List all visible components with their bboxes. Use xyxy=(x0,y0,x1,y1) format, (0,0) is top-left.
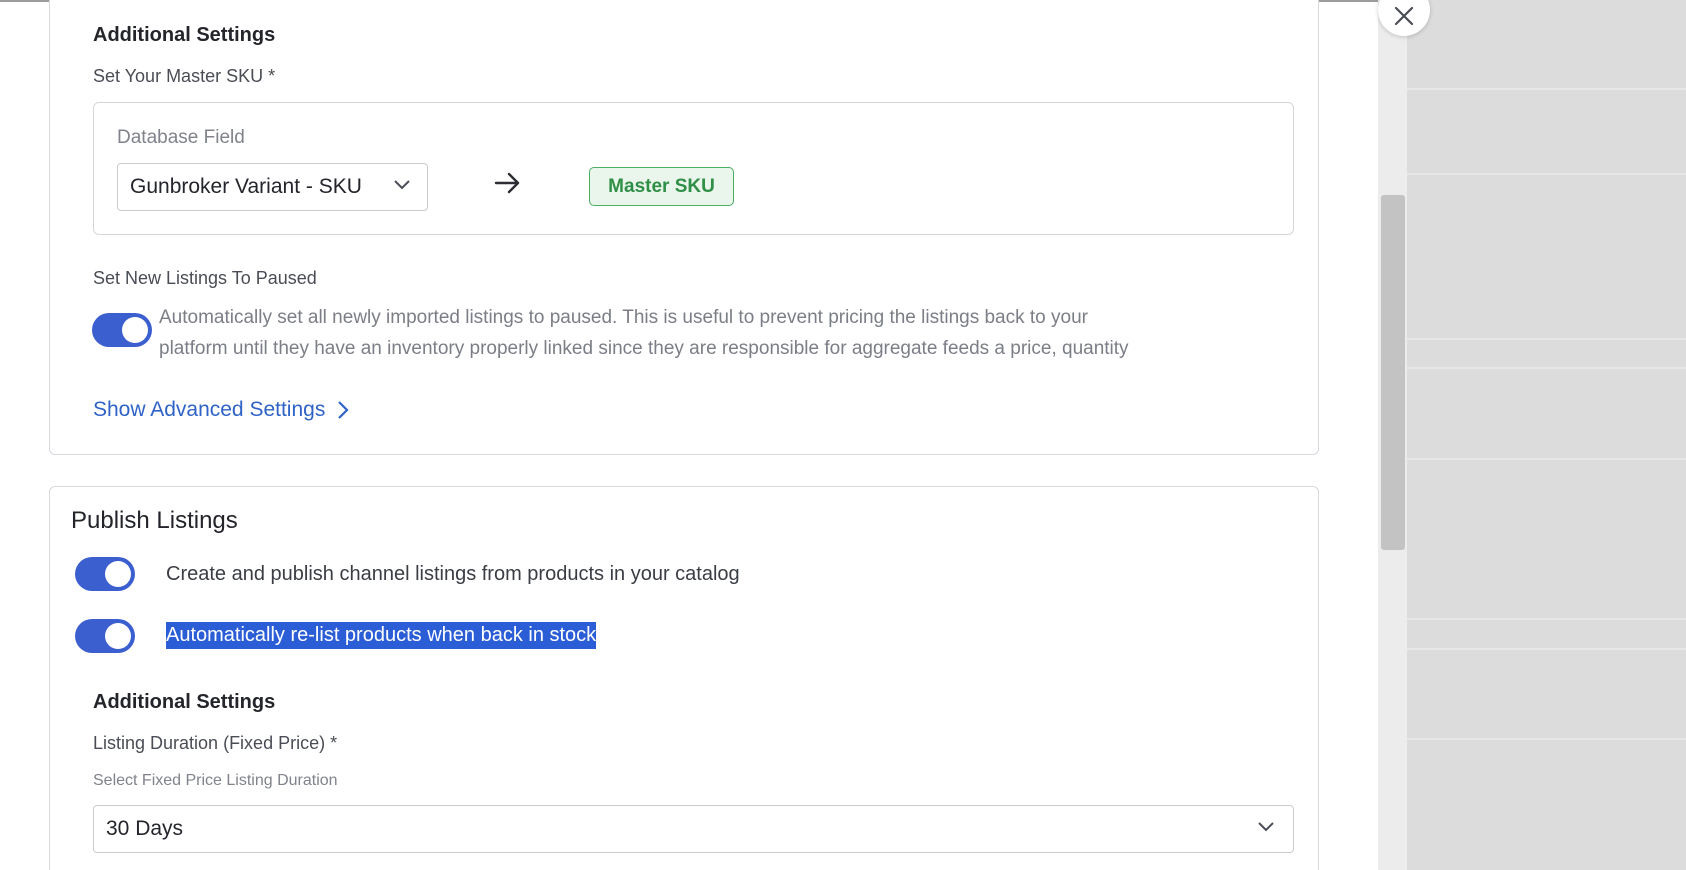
database-field-value: Gunbroker Variant - SKU xyxy=(130,175,362,198)
publish-listings-title: Publish Listings xyxy=(71,507,238,534)
listing-duration-hint: Select Fixed Price Listing Duration xyxy=(93,772,338,789)
chevron-down-icon xyxy=(1257,820,1275,838)
additional-settings-heading: Additional Settings xyxy=(93,24,276,46)
relist-toggle[interactable] xyxy=(75,619,135,653)
show-advanced-settings-label: Show Advanced Settings xyxy=(93,398,326,421)
paused-description-line2: platform until they have an inventory pr… xyxy=(159,338,1129,359)
modal-backdrop[interactable] xyxy=(1407,0,1686,870)
master-sku-badge: Master SKU xyxy=(589,167,734,206)
show-advanced-settings-link[interactable]: Show Advanced Settings xyxy=(93,398,349,422)
paused-label: Set New Listings To Paused xyxy=(93,268,317,288)
listing-duration-select[interactable]: 30 Days xyxy=(93,805,1294,853)
listing-duration-label: Listing Duration (Fixed Price) * xyxy=(93,733,338,753)
paused-toggle[interactable] xyxy=(92,313,152,347)
publish-additional-settings-heading: Additional Settings xyxy=(93,691,276,713)
master-sku-label: Set Your Master SKU * xyxy=(93,66,276,86)
database-field-select[interactable]: Gunbroker Variant - SKU xyxy=(117,163,428,211)
arrow-right-icon xyxy=(494,171,522,200)
chevron-down-icon xyxy=(393,178,411,196)
scrollbar-thumb[interactable] xyxy=(1381,195,1405,550)
create-listings-label: Create and publish channel listings from… xyxy=(166,563,740,585)
close-icon xyxy=(1393,5,1415,32)
create-listings-toggle[interactable] xyxy=(75,557,135,591)
paused-description-line1: Automatically set all newly imported lis… xyxy=(159,307,1088,328)
listing-duration-value: 30 Days xyxy=(106,817,184,840)
relist-label: Automatically re-list products when back… xyxy=(166,622,597,649)
chevron-right-icon xyxy=(337,400,349,420)
database-field-label: Database Field xyxy=(117,127,245,148)
